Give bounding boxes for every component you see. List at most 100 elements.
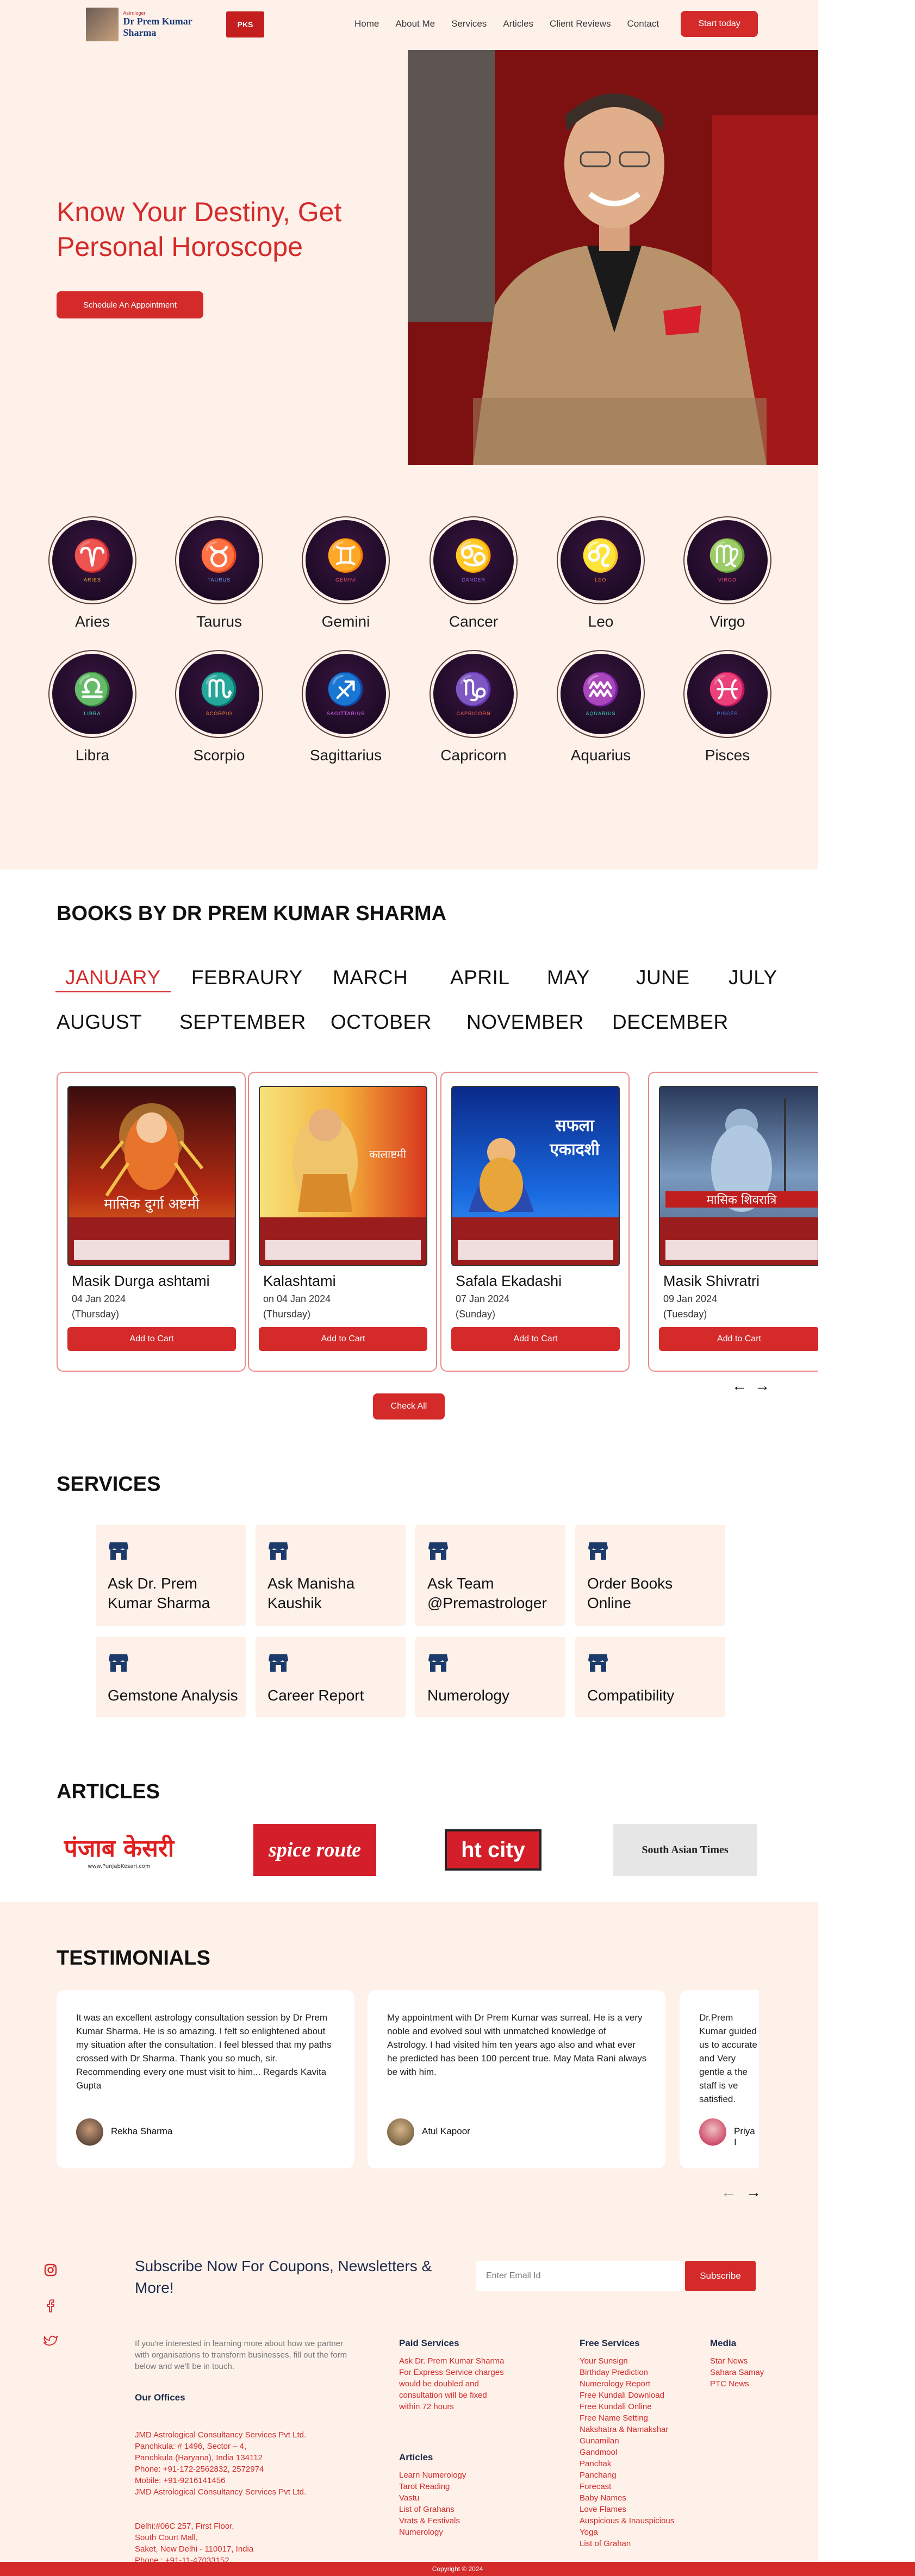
twitter-icon[interactable] bbox=[42, 2335, 59, 2352]
zodiac-leo[interactable]: ♌ LEO Leo bbox=[555, 516, 647, 630]
punjab-kesari-logo[interactable]: पंजाब केसरी www.PunjabKesari.com bbox=[57, 1824, 182, 1876]
month-tab-march[interactable]: MARCH bbox=[333, 966, 408, 989]
service-card[interactable]: Compatibility bbox=[575, 1637, 725, 1717]
month-tab-january[interactable]: JANUARY bbox=[55, 966, 171, 992]
footer-line[interactable]: Tarot Reading bbox=[399, 2481, 530, 2492]
zodiac-aries[interactable]: ♈ ARIES Aries bbox=[46, 516, 139, 630]
month-tab-july[interactable]: JULY bbox=[729, 966, 777, 989]
south-asian-times-logo[interactable]: South Asian Times bbox=[613, 1824, 757, 1876]
footer-line[interactable]: Birthday Prediction bbox=[580, 2367, 699, 2378]
book-cover-title: कालाष्टमी bbox=[369, 1148, 407, 1161]
nav-services[interactable]: Services bbox=[451, 18, 487, 29]
footer-line[interactable]: Vastu bbox=[399, 2492, 530, 2504]
zodiac-aquarius[interactable]: ♒ AQUARIUS Aquarius bbox=[555, 650, 647, 764]
service-card[interactable]: Numerology bbox=[415, 1637, 565, 1717]
ht-city-logo[interactable]: ht city bbox=[445, 1829, 541, 1871]
footer-line[interactable]: Your Sunsign bbox=[580, 2355, 699, 2367]
service-card[interactable]: Gemstone Analysis bbox=[96, 1637, 246, 1717]
testimonial-card: My appointment with Dr Prem Kumar was su… bbox=[368, 1990, 665, 2168]
month-tab-august[interactable]: AUGUST bbox=[57, 1011, 142, 1034]
zodiac-pisces[interactable]: ♓ PISCES Pisces bbox=[681, 650, 774, 764]
zodiac-badge: ♉ TAURUS bbox=[175, 516, 263, 604]
footer-line[interactable]: Panchang bbox=[580, 2469, 699, 2481]
service-card[interactable]: Ask Manisha Kaushik bbox=[256, 1525, 406, 1626]
footer-line[interactable]: Free Name Setting bbox=[580, 2412, 699, 2424]
add-to-cart-button[interactable]: Add to Cart bbox=[659, 1327, 818, 1351]
add-to-cart-button[interactable]: Add to Cart bbox=[67, 1327, 236, 1351]
footer-line[interactable]: Forecast bbox=[580, 2481, 699, 2492]
month-tab-may[interactable]: MAY bbox=[547, 966, 590, 989]
footer-line[interactable]: Numerology bbox=[399, 2527, 530, 2538]
subscribe-button[interactable]: Subscribe bbox=[685, 2261, 756, 2291]
zodiac-gemini[interactable]: ♊ GEMINI Gemini bbox=[300, 516, 392, 630]
nav-articles[interactable]: Articles bbox=[503, 18, 533, 29]
site-logo[interactable]: Astrologer Dr Prem Kumar Sharma PKS bbox=[86, 8, 264, 41]
nav-home[interactable]: Home bbox=[354, 18, 379, 29]
month-tab-september[interactable]: SEPTEMBER bbox=[179, 1011, 306, 1034]
service-card[interactable]: Order Books Online bbox=[575, 1525, 725, 1626]
logo-name: Dr Prem Kumar Sharma bbox=[123, 16, 192, 38]
footer-line[interactable]: Vrats & Festivals bbox=[399, 2515, 530, 2527]
footer-line[interactable]: List of Grahan bbox=[580, 2538, 699, 2549]
month-tab-december[interactable]: DECEMBER bbox=[612, 1011, 729, 1034]
nav-client-reviews[interactable]: Client Reviews bbox=[550, 18, 611, 29]
zodiac-taurus[interactable]: ♉ TAURUS Taurus bbox=[173, 516, 265, 630]
month-tab-february[interactable]: FEBRAURY bbox=[191, 966, 303, 989]
facebook-icon[interactable] bbox=[43, 2299, 58, 2317]
footer-line[interactable]: Panchak bbox=[580, 2458, 699, 2469]
month-tab-april[interactable]: APRIL bbox=[450, 966, 509, 989]
footer-line[interactable]: Auspicious & Inauspicious bbox=[580, 2515, 699, 2527]
zodiac-cancer[interactable]: ♋ CANCER Cancer bbox=[427, 516, 520, 630]
zodiac-sagittarius[interactable]: ♐ SAGITTARIUS Sagittarius bbox=[300, 650, 392, 764]
service-name: Ask Manisha Kaushik bbox=[267, 1575, 355, 1611]
nav-about[interactable]: About Me bbox=[395, 18, 435, 29]
instagram-icon[interactable] bbox=[43, 2263, 58, 2281]
footer-line[interactable]: List of Grahans bbox=[399, 2504, 530, 2515]
zodiac-virgo[interactable]: ♍ VIRGO Virgo bbox=[681, 516, 774, 630]
check-all-button[interactable]: Check All bbox=[373, 1393, 445, 1420]
zodiac-name: Leo bbox=[588, 613, 614, 630]
footer-line[interactable]: Learn Numerology bbox=[399, 2469, 530, 2481]
zodiac-badge: ♊ GEMINI bbox=[302, 516, 390, 604]
free-services-links: Your Sunsign Birthday Prediction Numerolog… bbox=[580, 2355, 699, 2549]
service-card[interactable]: Ask Team @Premastrologer bbox=[415, 1525, 565, 1626]
book-title: Kalashtami bbox=[263, 1273, 336, 1289]
schedule-appointment-button[interactable]: Schedule An Appointment bbox=[57, 291, 203, 318]
zodiac-capricorn[interactable]: ♑ CAPRICORN Capricorn bbox=[427, 650, 520, 764]
email-input[interactable] bbox=[476, 2261, 683, 2291]
footer-line[interactable]: Numerology Report bbox=[580, 2378, 699, 2390]
footer-line[interactable]: Yoga bbox=[580, 2527, 699, 2538]
book-day: (Thursday) bbox=[72, 1309, 120, 1320]
add-to-cart-button[interactable]: Add to Cart bbox=[451, 1327, 620, 1351]
books-prev-arrow-icon[interactable]: ← bbox=[732, 1377, 747, 1395]
footer-line[interactable]: Free Kundali Download bbox=[580, 2390, 699, 2401]
start-today-button[interactable]: Start today bbox=[681, 11, 758, 37]
footer-line[interactable]: Gandmool bbox=[580, 2447, 699, 2458]
footer-line[interactable]: Gunamilan bbox=[580, 2435, 699, 2447]
footer-line[interactable]: Star News bbox=[710, 2355, 797, 2367]
books-next-arrow-icon[interactable]: → bbox=[755, 1377, 770, 1395]
footer-line[interactable]: Love Flames bbox=[580, 2504, 699, 2515]
service-card[interactable]: Ask Dr. Prem Kumar Sharma bbox=[96, 1525, 246, 1626]
zodiac-scorpio[interactable]: ♏ SCORPIO Scorpio bbox=[173, 650, 265, 764]
zodiac-libra[interactable]: ♎ LIBRA Libra bbox=[46, 650, 139, 764]
footer-line[interactable]: PTC News bbox=[710, 2378, 797, 2390]
footer-line[interactable]: Baby Names bbox=[580, 2492, 699, 2504]
capricorn-sign-icon: ♑ bbox=[453, 672, 494, 707]
book-day: (Tuesday) bbox=[663, 1309, 707, 1320]
spice-route-logo[interactable]: spice route bbox=[253, 1824, 376, 1876]
service-card[interactable]: Career Report bbox=[256, 1637, 406, 1717]
footer-line[interactable]: Free Kundali Online bbox=[580, 2401, 699, 2412]
month-tab-june[interactable]: JUNE bbox=[636, 966, 690, 989]
nav-contact[interactable]: Contact bbox=[627, 18, 659, 29]
services-section-title: SERVICES bbox=[57, 1473, 161, 1496]
month-tab-november[interactable]: NOVEMBER bbox=[466, 1011, 584, 1034]
footer-line: Mobile: +91-9216141456 bbox=[135, 2476, 226, 2485]
footer-line[interactable]: Sahara Samay bbox=[710, 2367, 797, 2378]
testimonials-prev-arrow-icon[interactable]: ← bbox=[721, 2184, 736, 2201]
add-to-cart-button[interactable]: Add to Cart bbox=[259, 1327, 427, 1351]
testimonial-card: Dr.Prem Kumar guided us to accurate and … bbox=[680, 1990, 759, 2168]
footer-line[interactable]: Nakshatra & Namakshar bbox=[580, 2424, 699, 2435]
month-tab-october[interactable]: OCTOBER bbox=[331, 1011, 432, 1034]
testimonials-next-arrow-icon[interactable]: → bbox=[746, 2184, 761, 2201]
